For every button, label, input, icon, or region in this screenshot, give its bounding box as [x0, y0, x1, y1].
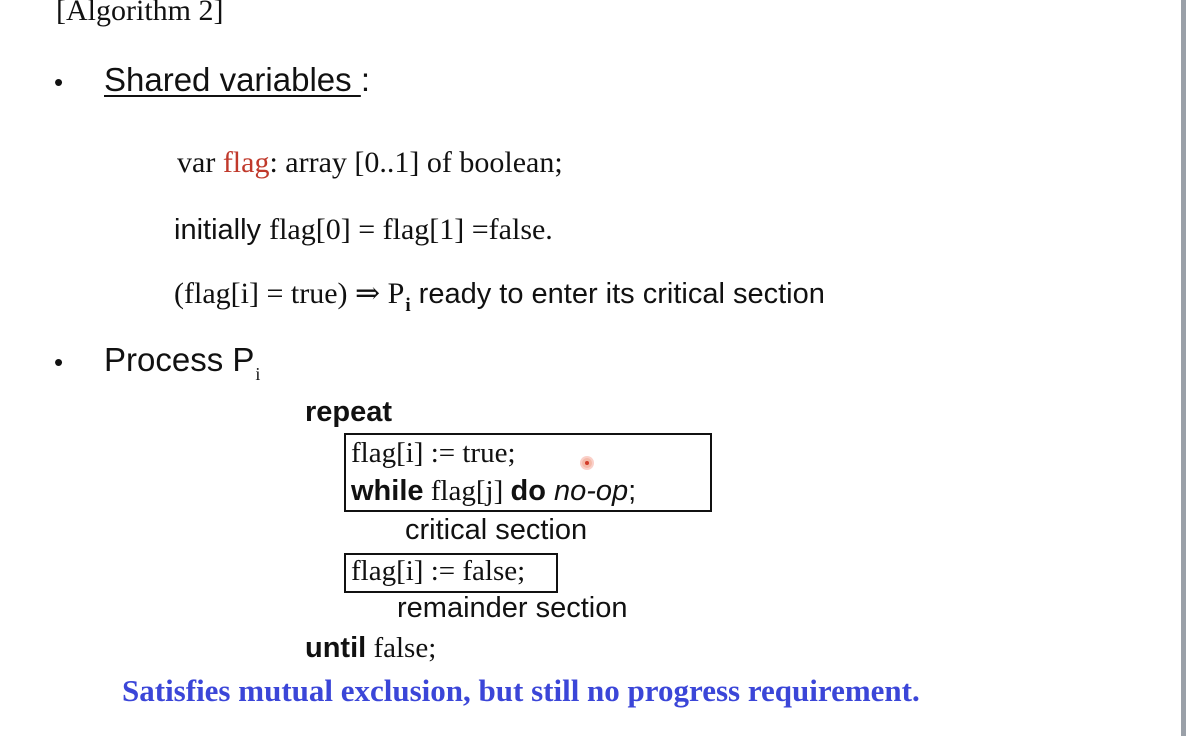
- page-title: [Algorithm 2]: [56, 0, 224, 27]
- process-heading-subscript: i: [255, 364, 261, 384]
- while-condition: flag[j]: [423, 475, 511, 507]
- remainder-section: remainder section: [397, 592, 628, 624]
- do-keyword: do: [510, 475, 546, 507]
- meaning-subscript: i: [405, 295, 411, 316]
- init-word: initially: [174, 214, 270, 246]
- shared-variables-label: Shared variables: [104, 61, 361, 98]
- while-keyword: while: [351, 475, 424, 507]
- window-edge: [1181, 0, 1186, 736]
- flag-declaration: var flag: array [0..1] of boolean;: [177, 146, 563, 180]
- while-semicolon: ;: [628, 475, 637, 507]
- repeat-keyword: repeat: [305, 396, 393, 428]
- meaning-prefix: (flag[i] = true) ⇒ P: [174, 277, 405, 310]
- bullet-shared: •: [54, 67, 64, 97]
- shared-variables-heading: Shared variables :: [104, 61, 370, 99]
- noop-text: no-op: [545, 475, 629, 507]
- critical-section: critical section: [405, 514, 588, 546]
- set-flag-true: flag[i] := true;: [351, 437, 516, 469]
- flag-meaning: (flag[i] = true) ⇒ Pi ready to enter its…: [174, 276, 825, 316]
- set-flag-false: flag[i] := false;: [351, 555, 526, 587]
- meaning-suffix: ready to enter its critical section: [410, 278, 825, 310]
- bullet-process: •: [54, 347, 64, 377]
- decl-var-flag: flag: [222, 146, 270, 179]
- initial-values: initially flag[0] = flag[1] =false.: [174, 213, 553, 247]
- decl-suffix: : array [0..1] of boolean;: [269, 146, 563, 179]
- shared-variables-colon: :: [360, 61, 370, 98]
- laser-pointer-icon: [582, 458, 592, 468]
- until-rest: false;: [366, 632, 437, 664]
- while-loop: while flag[j] do no-op;: [351, 475, 636, 508]
- conclusion-text: Satisfies mutual exclusion, but still no…: [122, 673, 920, 708]
- process-heading-label: Process P: [104, 341, 255, 378]
- decl-prefix: var: [177, 146, 223, 179]
- init-rest: flag[0] = flag[1] =false.: [269, 213, 553, 246]
- process-heading: Process Pi: [104, 341, 260, 384]
- until-line: until false;: [305, 632, 436, 665]
- until-keyword: until: [305, 632, 367, 664]
